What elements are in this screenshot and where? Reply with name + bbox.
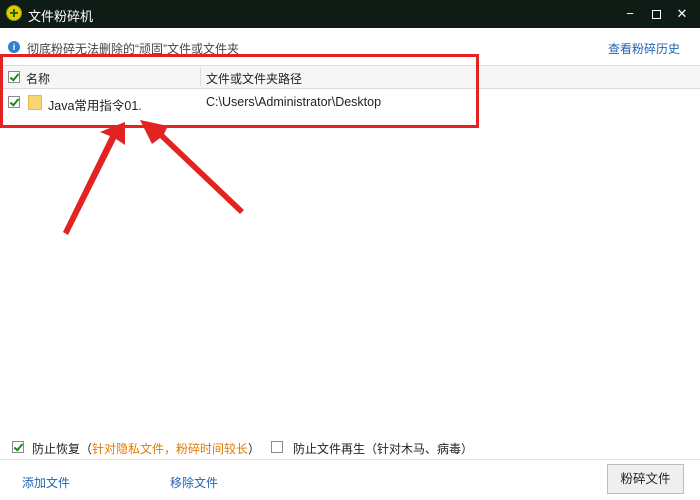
window-title: 文件粉碎机 <box>28 9 94 24</box>
column-name-header[interactable]: 名称 <box>26 70 50 87</box>
row-file-path: C:\Users\Administrator\Desktop <box>206 95 382 109</box>
maximize-button[interactable] <box>646 4 666 24</box>
info-icon: i <box>8 41 20 53</box>
shred-file-button[interactable]: 粉碎文件 <box>607 464 684 494</box>
prevent-recovery-note: 针对隐私文件，粉碎时间较长 <box>92 442 249 456</box>
app-logo-icon <box>6 5 22 21</box>
prevent-regen-checkbox[interactable] <box>271 441 283 453</box>
prevent-recovery-note-close: ） <box>248 442 261 456</box>
action-bar: 添加文件 移除文件 粉碎文件 <box>0 459 700 500</box>
close-button[interactable]: ✕ <box>672 4 692 24</box>
options-bar: 防止恢复（针对隐私文件，粉碎时间较长） 防止文件再生（针对木马、病毒） <box>0 436 700 458</box>
minimize-button[interactable]: − <box>620 4 640 24</box>
remove-file-button[interactable]: 移除文件 <box>170 474 218 491</box>
info-bar: i 彻底粉碎无法删除的“顽固”文件或文件夹 查看粉碎历史 <box>0 36 700 58</box>
table-header: 名称 文件或文件夹路径 <box>0 66 700 89</box>
add-file-button[interactable]: 添加文件 <box>22 474 70 491</box>
column-path-header[interactable]: 文件或文件夹路径 <box>206 70 302 87</box>
prevent-regen-note: （针对木马、病毒） <box>365 442 474 456</box>
title-bar: 文件粉碎机 − ✕ <box>0 0 700 28</box>
column-divider <box>200 68 201 86</box>
info-text: 彻底粉碎无法删除的“顽固”文件或文件夹 <box>27 42 239 56</box>
prevent-regen-label: 防止文件再生（针对木马、病毒） <box>293 440 473 457</box>
prevent-recovery-checkbox[interactable] <box>12 441 24 453</box>
row-checkbox[interactable] <box>8 96 20 108</box>
prevent-recovery-text: 防止恢复 <box>32 442 81 456</box>
table-row[interactable]: Java常用指令01. C:\Users\Administrator\Deskt… <box>0 90 700 114</box>
select-all-checkbox[interactable] <box>8 71 20 83</box>
file-icon <box>28 95 42 110</box>
prevent-regen-text: 防止文件再生 <box>293 442 366 456</box>
file-table: 名称 文件或文件夹路径 Java常用指令01. C:\Users\Adminis… <box>0 65 700 428</box>
prevent-recovery-label: 防止恢复（针对隐私文件，粉碎时间较长） <box>32 440 260 457</box>
maximize-icon <box>651 10 661 20</box>
prevent-recovery-note-open: （ <box>80 442 93 456</box>
view-history-link[interactable]: 查看粉碎历史 <box>608 40 680 57</box>
row-file-name: Java常用指令01. <box>48 99 142 113</box>
